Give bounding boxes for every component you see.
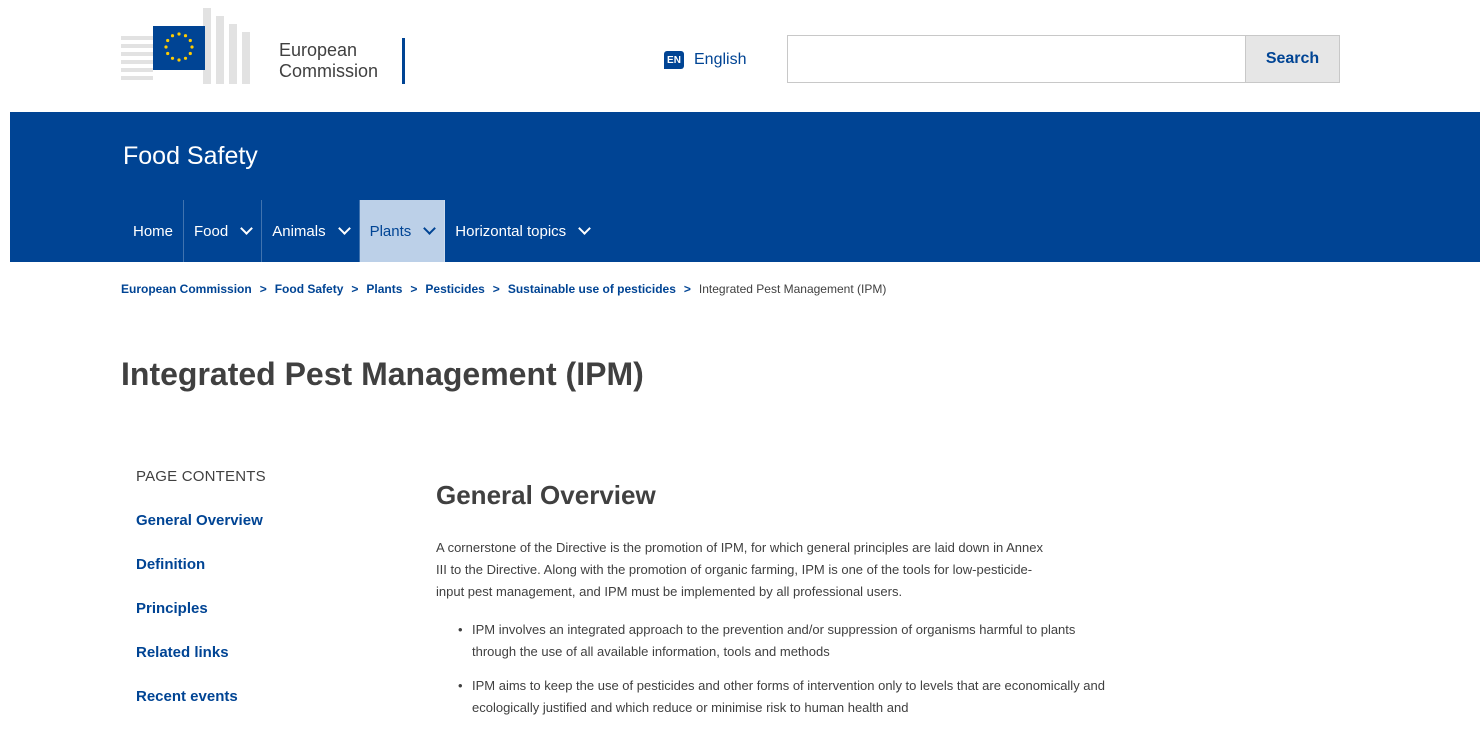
breadcrumb-link[interactable]: Food Safety xyxy=(275,282,344,296)
language-badge-icon: EN xyxy=(664,51,684,69)
search-input[interactable] xyxy=(787,35,1245,83)
page-title: Integrated Pest Management (IPM) xyxy=(121,356,644,392)
breadcrumb-current: Integrated Pest Management (IPM) xyxy=(698,282,887,296)
breadcrumb-link[interactable]: Pesticides xyxy=(425,282,484,296)
site-banner: Food Safety Home Food Animals Plants Hor… xyxy=(10,112,1480,262)
nav-label: Home xyxy=(133,222,174,240)
nav-label: Horizontal topics xyxy=(455,222,567,240)
nav-label: Animals xyxy=(272,222,326,240)
section-title: General Overview xyxy=(436,480,656,510)
nav-item-plants[interactable]: Plants xyxy=(359,200,446,262)
chevron-down-icon xyxy=(423,222,437,235)
list-item: IPM involves an integrated approach to t… xyxy=(458,619,1112,663)
main-content: General Overview A cornerstone of the Di… xyxy=(436,480,1356,731)
bullet-list: IPM involves an integrated approach to t… xyxy=(436,619,1356,719)
chevron-down-icon xyxy=(240,222,254,235)
list-item: IPM aims to keep the use of pesticides a… xyxy=(458,675,1112,719)
language-label: English xyxy=(694,51,747,68)
logo-divider xyxy=(402,38,405,84)
breadcrumb: European Commission > Food Safety > Plan… xyxy=(121,282,886,296)
toc-link-related-links[interactable]: Related links xyxy=(136,642,356,664)
main-nav: Home Food Animals Plants Horizontal topi… xyxy=(123,200,599,262)
chevron-right-icon: > xyxy=(351,282,359,296)
nav-label: Food xyxy=(194,222,229,240)
chevron-right-icon: > xyxy=(259,282,267,296)
ec-logo[interactable]: European Commission xyxy=(121,8,411,84)
breadcrumb-link[interactable]: European Commission xyxy=(121,282,252,296)
language-selector[interactable]: EN English xyxy=(664,46,746,74)
chevron-down-icon xyxy=(578,222,592,235)
search-button[interactable]: Search xyxy=(1245,35,1340,83)
chevron-down-icon xyxy=(337,222,351,235)
toc-link-general-overview[interactable]: General Overview xyxy=(136,510,356,532)
chevron-right-icon: > xyxy=(683,282,691,296)
toc-link-principles[interactable]: Principles xyxy=(136,598,356,620)
nav-item-food[interactable]: Food xyxy=(184,200,263,262)
toc-link-definition[interactable]: Definition xyxy=(136,554,356,576)
chevron-right-icon: > xyxy=(410,282,418,296)
site-header: European Commission EN English Search xyxy=(0,0,1480,112)
nav-item-horizontal-topics[interactable]: Horizontal topics xyxy=(445,200,599,262)
logo-line-1: European xyxy=(279,40,358,60)
toc-link-recent-events[interactable]: Recent events xyxy=(136,686,356,708)
breadcrumb-link[interactable]: Plants xyxy=(366,282,402,296)
ec-logo-text: European Commission xyxy=(279,40,378,82)
breadcrumb-link[interactable]: Sustainable use of pesticides xyxy=(508,282,676,296)
search-form: Search xyxy=(787,35,1340,83)
site-title[interactable]: Food Safety xyxy=(123,142,258,171)
eu-flag-logo-icon xyxy=(121,8,250,84)
page-contents-heading: PAGE CONTENTS xyxy=(136,468,266,485)
page-contents-sidebar: PAGE CONTENTS General Overview Definitio… xyxy=(136,468,356,730)
nav-item-animals[interactable]: Animals xyxy=(262,200,360,262)
intro-paragraph: A cornerstone of the Directive is the pr… xyxy=(436,540,1043,599)
chevron-right-icon: > xyxy=(492,282,500,296)
nav-label: Plants xyxy=(369,222,412,240)
logo-line-2: Commission xyxy=(279,61,379,81)
nav-item-home[interactable]: Home xyxy=(123,200,185,262)
